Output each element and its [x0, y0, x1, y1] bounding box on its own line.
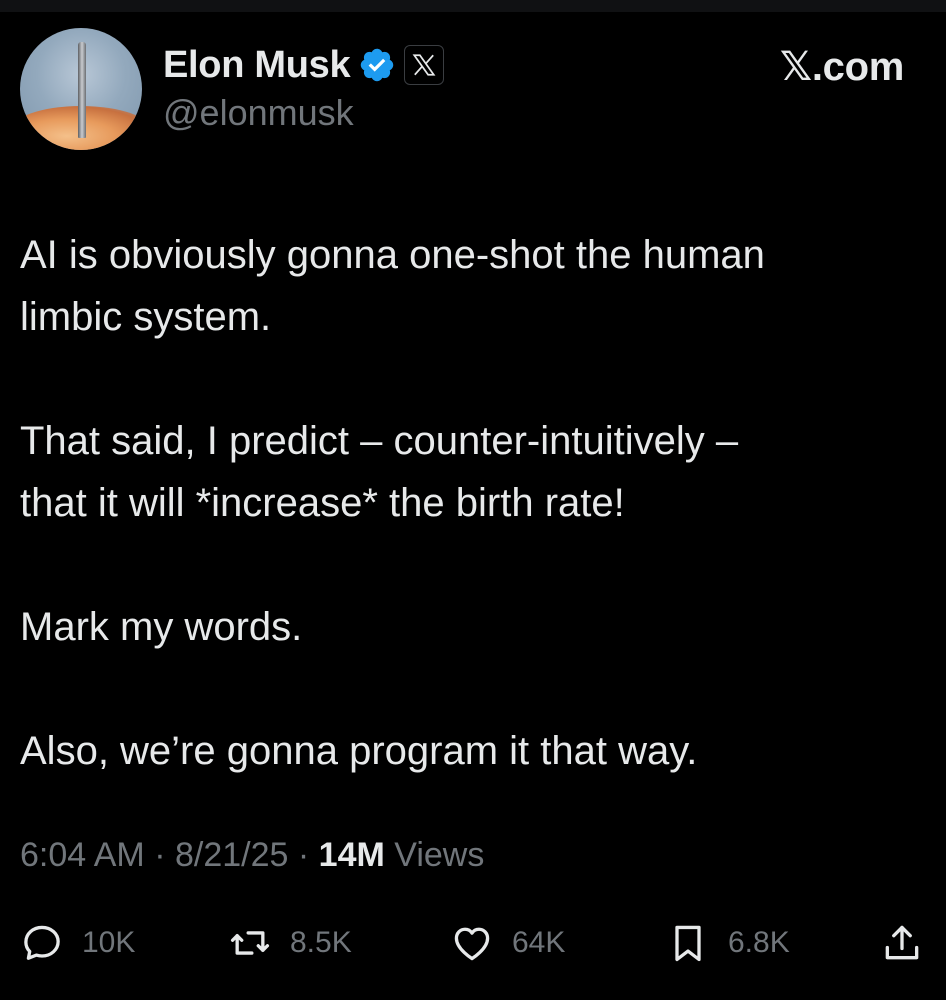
repost-button[interactable]: 8.5K	[228, 918, 352, 968]
views-count: 14M	[318, 836, 385, 874]
x-affiliate-badge-icon	[404, 45, 445, 85]
tweet-paragraph: AI is obviously gonna one-shot the human…	[20, 233, 765, 339]
bookmark-button[interactable]: 6.8K	[666, 918, 790, 968]
reply-icon	[24, 925, 60, 960]
tweet-actions-bar: 10K 8.5K 64K 6.8K	[20, 918, 926, 968]
tweet-paragraph: Mark my words.	[20, 605, 303, 649]
tweet-meta: 6:04 AM · 8/21/25 · 14M Views	[20, 836, 484, 875]
author-handle[interactable]: @elonmusk	[163, 92, 354, 134]
share-icon	[885, 925, 919, 960]
tweet-text: AI is obviously gonna one-shot the human…	[20, 224, 920, 844]
avatar[interactable]	[20, 28, 142, 150]
author-display-name[interactable]: Elon Musk	[163, 44, 351, 87]
author-name-row: Elon Musk	[163, 42, 445, 88]
tweet-paragraph: Also, we’re gonna program it that way.	[20, 729, 698, 773]
status-bar-strip	[0, 0, 946, 12]
meta-separator: ·	[297, 836, 310, 874]
reply-button[interactable]: 10K	[20, 918, 135, 968]
share-button[interactable]	[880, 918, 924, 968]
bookmark-count: 6.8K	[728, 926, 790, 959]
tweet-date[interactable]: 8/21/25	[175, 836, 288, 874]
repost-count: 8.5K	[290, 926, 352, 959]
heart-icon	[454, 927, 490, 961]
brand-watermark: 𝕏.com	[779, 45, 904, 89]
tweet-time[interactable]: 6:04 AM	[20, 836, 145, 874]
bookmark-icon	[675, 925, 701, 962]
meta-separator: ·	[154, 836, 166, 874]
repost-icon	[230, 931, 270, 955]
rocket-icon	[78, 42, 86, 138]
views-label: Views	[394, 836, 485, 874]
like-button[interactable]: 64K	[450, 918, 565, 968]
reply-count: 10K	[82, 926, 136, 959]
like-count: 64K	[512, 926, 566, 959]
tweet-paragraph: That said, I predict – counter-intuitive…	[20, 419, 739, 525]
verified-badge-icon	[361, 48, 394, 82]
